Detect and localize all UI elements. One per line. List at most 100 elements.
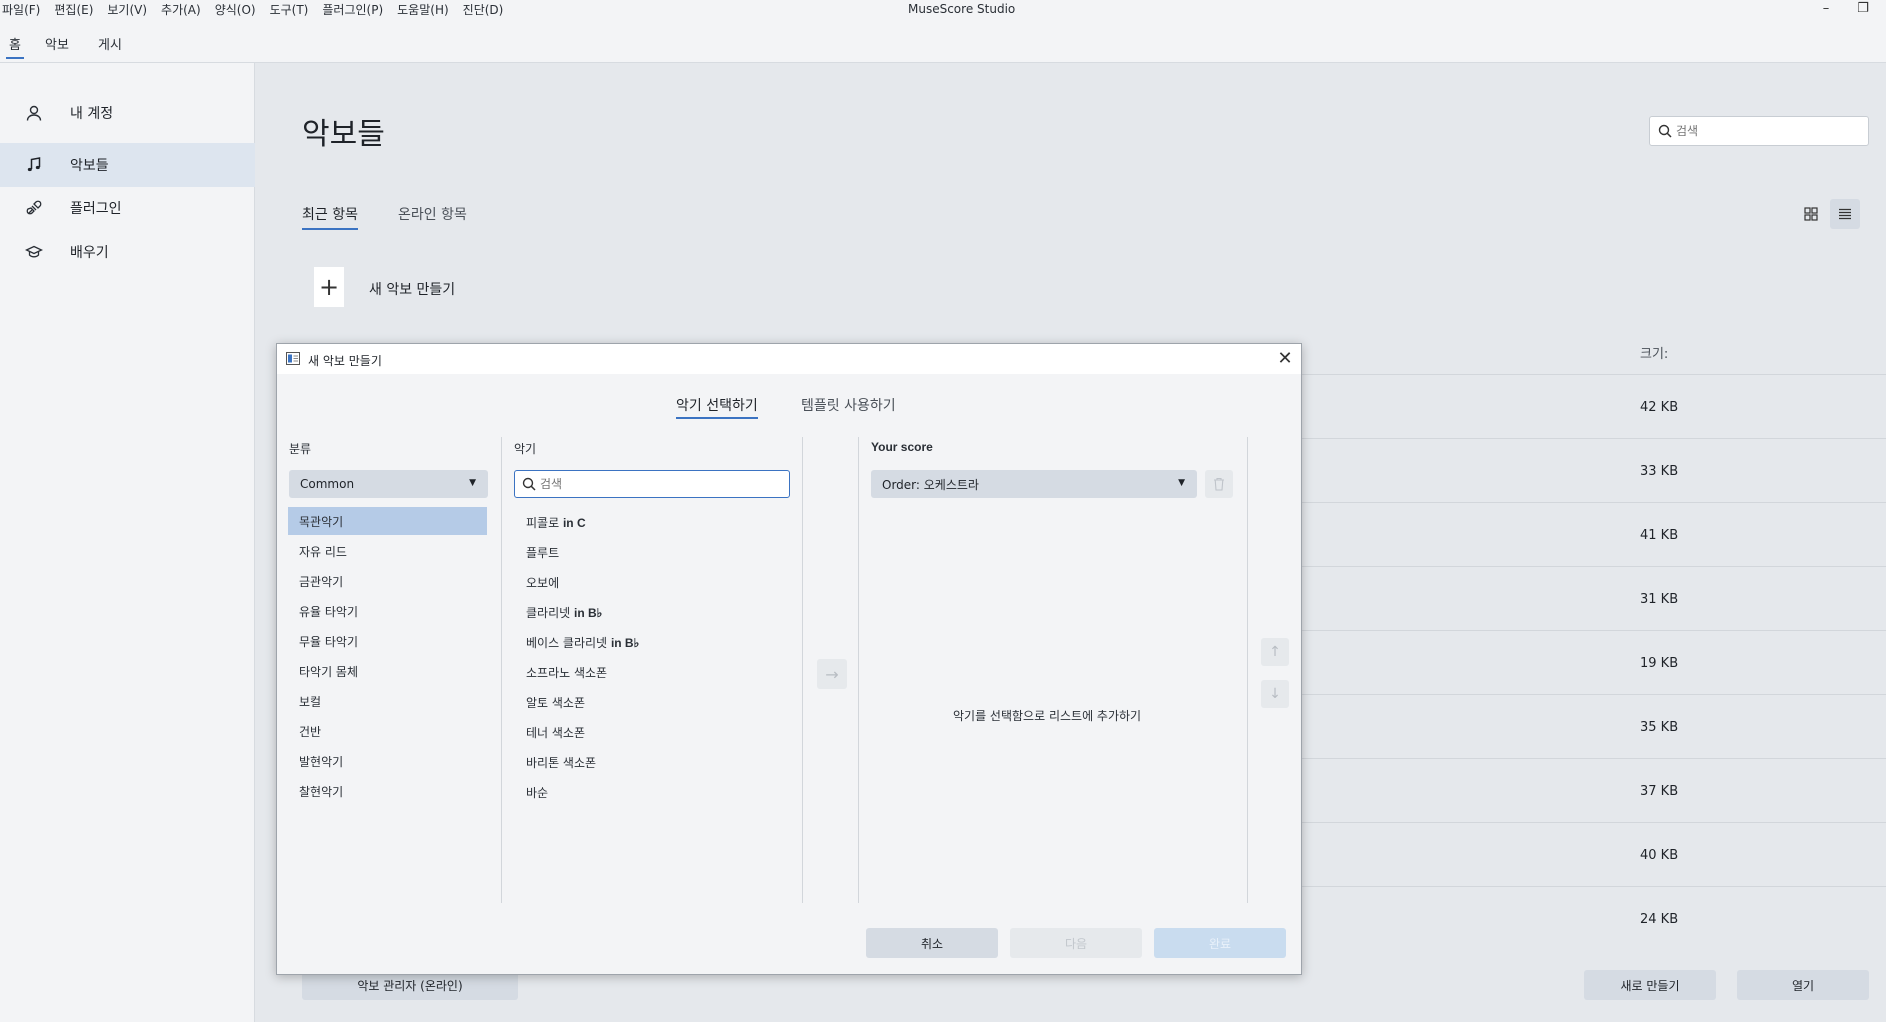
music-note-icon xyxy=(22,153,46,177)
instrument-key: in C xyxy=(562,516,586,530)
category-item[interactable]: 찰현악기 xyxy=(288,777,487,805)
search-input[interactable] xyxy=(1676,124,1856,138)
instrument-item[interactable]: 클라리넷 in B♭ xyxy=(526,604,602,621)
file-size: 40 KB xyxy=(1640,848,1679,863)
menu-plugins[interactable]: 플러그인(P) xyxy=(322,1,383,18)
row-divider xyxy=(1302,822,1886,823)
sidebar-item-label: 악보들 xyxy=(70,158,109,174)
menu-edit[interactable]: 편집(E) xyxy=(54,1,93,18)
sidebar-item-plugins[interactable]: 플러그인 xyxy=(0,186,255,230)
list-view-button[interactable] xyxy=(1830,199,1860,229)
tab-use-template[interactable]: 템플릿 사용하기 xyxy=(801,395,896,415)
row-divider xyxy=(1302,630,1886,631)
category-item[interactable]: 발현악기 xyxy=(288,747,487,775)
category-item[interactable]: 건반 xyxy=(288,717,487,745)
remove-instrument-button[interactable] xyxy=(1205,470,1233,498)
category-item[interactable]: 자유 리드 xyxy=(288,537,487,565)
sidebar-item-learn[interactable]: 배우기 xyxy=(0,230,255,274)
menu-view[interactable]: 보기(V) xyxy=(107,1,147,18)
new-score-button[interactable]: + xyxy=(314,267,344,307)
instrument-item[interactable]: 오보에 xyxy=(526,574,559,591)
instrument-item[interactable]: 바순 xyxy=(526,784,548,801)
instrument-name: 오보에 xyxy=(526,576,560,590)
instruments-header: 악기 xyxy=(514,442,537,456)
tab-online[interactable]: 온라인 항목 xyxy=(398,204,467,224)
category-item[interactable]: 보컬 xyxy=(288,687,487,715)
file-size: 42 KB xyxy=(1640,400,1679,415)
tab-home[interactable]: 홈 xyxy=(6,34,24,59)
add-instrument-button[interactable]: → xyxy=(817,659,847,689)
file-size: 33 KB xyxy=(1640,464,1679,479)
open-button[interactable]: 열기 xyxy=(1737,970,1869,1000)
app-title: MuseScore Studio xyxy=(908,2,1016,16)
instrument-key: in B♭ xyxy=(610,636,640,650)
arrow-down-icon: ↓ xyxy=(1269,686,1281,702)
empty-score-hint: 악기를 선택함으로 리스트에 추가하기 xyxy=(953,709,1142,723)
instrument-name: 소프라노 색소폰 xyxy=(526,666,608,680)
file-size: 19 KB xyxy=(1640,656,1679,671)
menu-bar: 파일(F) 편집(E) 보기(V) 추가(A) 양식(O) 도구(T) 플러그인… xyxy=(2,1,517,18)
menu-tools[interactable]: 도구(T) xyxy=(270,1,309,18)
grid-icon xyxy=(1804,207,1818,221)
instrument-search-box[interactable] xyxy=(514,470,790,498)
instrument-name: 바순 xyxy=(526,786,549,800)
column-divider xyxy=(802,437,803,903)
row-divider xyxy=(1302,694,1886,695)
arrow-right-icon: → xyxy=(825,664,839,684)
menu-file[interactable]: 파일(F) xyxy=(2,1,40,18)
instrument-item[interactable]: 소프라노 색소폰 xyxy=(526,664,607,681)
row-divider xyxy=(1302,886,1886,887)
category-item[interactable]: 무율 타악기 xyxy=(288,627,487,655)
instrument-search-input[interactable] xyxy=(540,477,770,491)
category-dropdown[interactable]: Common ▼ xyxy=(289,470,488,498)
done-button[interactable]: 완료 xyxy=(1154,928,1286,958)
sidebar-item-scores[interactable]: 악보들 xyxy=(0,143,255,187)
category-item[interactable]: 유율 타악기 xyxy=(288,597,487,625)
top-tab-bar: 홈 악보 게시 xyxy=(0,20,1886,63)
order-dropdown-value: Order: 오케스트라 xyxy=(882,477,979,492)
category-item[interactable]: 타악기 몸체 xyxy=(288,657,487,685)
close-icon[interactable]: ✕ xyxy=(1274,348,1296,370)
instrument-item[interactable]: 알토 색소폰 xyxy=(526,694,585,711)
score-search-box[interactable] xyxy=(1649,116,1869,146)
menu-help[interactable]: 도움말(H) xyxy=(397,1,449,18)
instrument-key: in B♭ xyxy=(574,606,603,620)
instrument-name: 베이스 클라리넷 xyxy=(526,636,608,650)
sidebar-item-label: 플러그인 xyxy=(70,201,122,217)
search-icon xyxy=(522,477,536,491)
category-item[interactable]: 금관악기 xyxy=(288,567,487,595)
instrument-item[interactable]: 플루트 xyxy=(526,544,559,561)
cancel-button[interactable]: 취소 xyxy=(866,928,998,958)
minimize-button[interactable]: – xyxy=(1811,0,1841,20)
size-column-header[interactable]: 크기: xyxy=(1640,343,1668,362)
instrument-item[interactable]: 테너 색소폰 xyxy=(526,724,585,741)
grid-view-button[interactable] xyxy=(1796,199,1826,229)
menu-diagnostic[interactable]: 진단(D) xyxy=(463,1,504,18)
category-item[interactable]: 목관악기 xyxy=(288,507,487,535)
category-header: 분류 xyxy=(289,442,312,456)
sidebar-item-account[interactable]: 내 계정 xyxy=(0,91,255,135)
tab-recent[interactable]: 최근 항목 xyxy=(302,204,358,230)
tab-choose-instruments[interactable]: 악기 선택하기 xyxy=(676,395,758,419)
move-down-button[interactable]: ↓ xyxy=(1261,680,1289,708)
instrument-item[interactable]: 베이스 클라리넷 in B♭ xyxy=(526,634,639,651)
file-size: 24 KB xyxy=(1640,912,1679,927)
menu-add[interactable]: 추가(A) xyxy=(161,1,201,18)
chevron-down-icon: ▼ xyxy=(469,478,476,488)
move-up-button[interactable]: ↑ xyxy=(1261,638,1289,666)
order-dropdown[interactable]: Order: 오케스트라 ▼ xyxy=(871,470,1197,498)
instrument-item[interactable]: 피콜로 in C xyxy=(526,514,586,531)
new-score-label[interactable]: 새 악보 만들기 xyxy=(369,279,455,299)
next-button[interactable]: 다음 xyxy=(1010,928,1142,958)
sidebar: 내 계정 악보들 플러그인 배우기 xyxy=(0,63,255,1022)
menu-format[interactable]: 양식(O) xyxy=(215,1,256,18)
tab-publish[interactable]: 게시 xyxy=(98,34,122,53)
restore-button[interactable]: ❐ xyxy=(1848,0,1878,20)
trash-icon xyxy=(1213,477,1225,491)
new-button[interactable]: 새로 만들기 xyxy=(1584,970,1716,1000)
row-divider xyxy=(1302,758,1886,759)
tab-score[interactable]: 악보 xyxy=(45,34,69,53)
instrument-item[interactable]: 바리톤 색소폰 xyxy=(526,754,596,771)
file-size: 41 KB xyxy=(1640,528,1679,543)
instrument-name: 알토 색소폰 xyxy=(526,696,586,710)
